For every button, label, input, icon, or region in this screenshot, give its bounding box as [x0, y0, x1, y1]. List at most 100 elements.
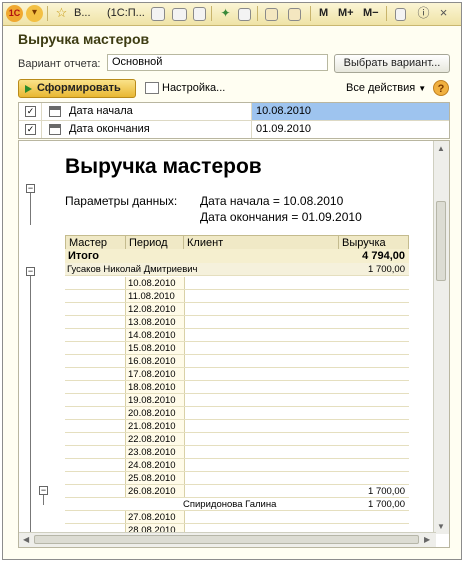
- print-icon[interactable]: [172, 8, 187, 21]
- period-cell: 20.08.2010 0:00:00: [125, 407, 185, 432]
- period-row[interactable]: 14.08.2010 0:00:00: [65, 329, 409, 354]
- top-toolbar: 1С ▾ ☆ В... (1С:П... ✦ M M+ M− ⓘ ×: [3, 3, 461, 26]
- report-param-line: Дата окончания = 01.09.2010: [200, 210, 362, 224]
- period-cell: 23.08.2010 0:00:00: [125, 446, 185, 471]
- report-params-label: Параметры данных:: [65, 194, 178, 208]
- horizontal-scroll-thumb[interactable]: [34, 535, 419, 544]
- save-icon[interactable]: [151, 7, 165, 21]
- period-cell: 18.08.2010 0:00:00: [125, 381, 185, 406]
- period-row[interactable]: 24.08.2010 0:00:00: [65, 459, 409, 484]
- param-row-start[interactable]: ✓ Дата начала 10.08.2010: [19, 103, 449, 121]
- scroll-right-icon[interactable]: ▶: [424, 535, 430, 544]
- column-header-master: Мастер: [65, 235, 126, 250]
- column-header-period: Период: [125, 235, 184, 250]
- scroll-down-icon[interactable]: ▼: [437, 522, 445, 531]
- window-caption[interactable]: (1С:П...: [107, 5, 145, 22]
- client-row[interactable]: Спиридонова Галина 1 700,00: [65, 498, 409, 511]
- period-row[interactable]: 21.08.2010 0:00:00: [65, 420, 409, 445]
- revenue-value: 1 700,00: [368, 499, 405, 510]
- restore-window-icon[interactable]: [395, 8, 406, 21]
- column-header-revenue: Выручка: [338, 235, 409, 250]
- play-icon: [25, 85, 32, 93]
- vertical-scrollbar[interactable]: ▲ ▼: [433, 141, 449, 534]
- report-document[interactable]: Выручка мастеров − Параметры данных: Дат…: [18, 140, 450, 548]
- scroll-up-icon[interactable]: ▲: [437, 144, 445, 153]
- period-cell: 27.08.2010 0:00:00: [125, 511, 185, 536]
- period-cell: 14.08.2010 0:00:00: [125, 329, 185, 354]
- memory-minus-button[interactable]: M−: [363, 5, 379, 22]
- vertical-scroll-thumb[interactable]: [436, 201, 446, 281]
- report-title: Выручка мастеров: [65, 155, 262, 178]
- add-favorite-icon[interactable]: ✦: [217, 5, 234, 22]
- app-logo-icon[interactable]: 1С: [6, 5, 23, 22]
- param-start-value[interactable]: 10.08.2010: [251, 103, 449, 120]
- period-cell: 26.08.2010 0:00:00: [125, 485, 185, 510]
- variant-label: Вариант отчета:: [18, 58, 101, 70]
- settings-button[interactable]: Настройка...: [145, 80, 225, 97]
- generate-button[interactable]: Сформировать: [18, 79, 136, 98]
- history-icon[interactable]: [238, 8, 251, 21]
- report-window: 1С ▾ ☆ В... (1С:П... ✦ M M+ M− ⓘ × Выруч…: [2, 2, 462, 560]
- help-button[interactable]: ?: [433, 80, 449, 96]
- period-row[interactable]: 20.08.2010 0:00:00: [65, 407, 409, 432]
- period-row[interactable]: 26.08.2010 0:00:00 1 700,00: [65, 485, 409, 510]
- param-end-checkbox[interactable]: ✓: [25, 124, 36, 135]
- period-row[interactable]: 12.08.2010 0:00:00: [65, 303, 409, 328]
- period-row[interactable]: 16.08.2010 0:00:00: [65, 355, 409, 380]
- all-actions-menu[interactable]: Все действия ▼: [346, 80, 426, 97]
- column-header-client: Клиент: [183, 235, 339, 250]
- parameters-table: ✓ Дата начала 10.08.2010 ✓ Дата окончани…: [18, 102, 450, 139]
- choose-variant-button[interactable]: Выбрать вариант...: [334, 54, 450, 73]
- period-cell: 13.08.2010 0:00:00: [125, 316, 185, 341]
- period-row[interactable]: 17.08.2010 0:00:00: [65, 368, 409, 393]
- memory-m-button[interactable]: M: [319, 5, 328, 22]
- collapse-header-icon[interactable]: −: [26, 184, 35, 193]
- variant-field[interactable]: Основной: [107, 54, 328, 71]
- period-row[interactable]: 18.08.2010 0:00:00: [65, 381, 409, 406]
- period-row[interactable]: 23.08.2010 0:00:00: [65, 446, 409, 471]
- period-row[interactable]: 15.08.2010 0:00:00: [65, 342, 409, 367]
- period-cell: 19.08.2010 0:00:00: [125, 394, 185, 419]
- period-cell: 15.08.2010 0:00:00: [125, 342, 185, 367]
- period-row[interactable]: 19.08.2010 0:00:00: [65, 394, 409, 419]
- param-end-value[interactable]: 01.09.2010: [251, 121, 449, 138]
- master-row[interactable]: Гусаков Николай Дмитриевич 1 700,00: [65, 263, 409, 276]
- total-label: Итого: [65, 249, 339, 264]
- main-menu-icon[interactable]: ▾: [26, 5, 43, 22]
- param-row-end[interactable]: ✓ Дата окончания 01.09.2010: [19, 121, 449, 138]
- period-row[interactable]: 25.08.2010 0:00:00: [65, 472, 409, 497]
- all-actions-label: Все действия: [346, 82, 416, 94]
- param-end-label: Дата окончания: [69, 123, 150, 135]
- period-row[interactable]: 11.08.2010 0:00:00: [65, 290, 409, 315]
- period-cell: 10.08.2010 0:00:00: [125, 277, 185, 302]
- param-start-checkbox[interactable]: ✓: [25, 106, 36, 117]
- period-row[interactable]: 22.08.2010 0:00:00: [65, 433, 409, 458]
- period-row[interactable]: 13.08.2010 0:00:00: [65, 316, 409, 341]
- info-icon[interactable]: ⓘ: [415, 5, 432, 22]
- total-value: 4 794,00: [338, 249, 409, 264]
- memory-plus-button[interactable]: M+: [338, 5, 354, 22]
- period-row[interactable]: 10.08.2010 0:00:00: [65, 277, 409, 302]
- report-param-line: Дата начала = 10.08.2010: [200, 194, 344, 208]
- collapse-period-icon[interactable]: −: [39, 486, 48, 495]
- period-cell: 16.08.2010 0:00:00: [125, 355, 185, 380]
- period-cell: 22.08.2010 0:00:00: [125, 433, 185, 458]
- calendar-icon: [49, 124, 61, 135]
- calendar-icon[interactable]: [288, 8, 301, 21]
- collapse-master-icon[interactable]: −: [26, 267, 35, 276]
- calculator-icon[interactable]: [265, 8, 278, 21]
- revenue-value: 1 700,00: [368, 486, 405, 497]
- period-cell: 12.08.2010 0:00:00: [125, 303, 185, 328]
- period-cell: 17.08.2010 0:00:00: [125, 368, 185, 393]
- period-cell: 24.08.2010 0:00:00: [125, 459, 185, 484]
- period-row[interactable]: 27.08.2010 0:00:00: [65, 511, 409, 536]
- favorites-star-icon[interactable]: ☆: [53, 5, 70, 22]
- window-short-title[interactable]: В...: [74, 5, 91, 22]
- form-title: Выручка мастеров: [18, 31, 150, 47]
- horizontal-scrollbar[interactable]: ◀ ▶: [19, 532, 436, 547]
- generate-button-label: Сформировать: [37, 82, 121, 94]
- period-cell: 25.08.2010 0:00:00: [125, 472, 185, 497]
- close-icon[interactable]: ×: [435, 5, 452, 22]
- preview-icon[interactable]: [193, 7, 206, 21]
- scroll-left-icon[interactable]: ◀: [23, 535, 29, 544]
